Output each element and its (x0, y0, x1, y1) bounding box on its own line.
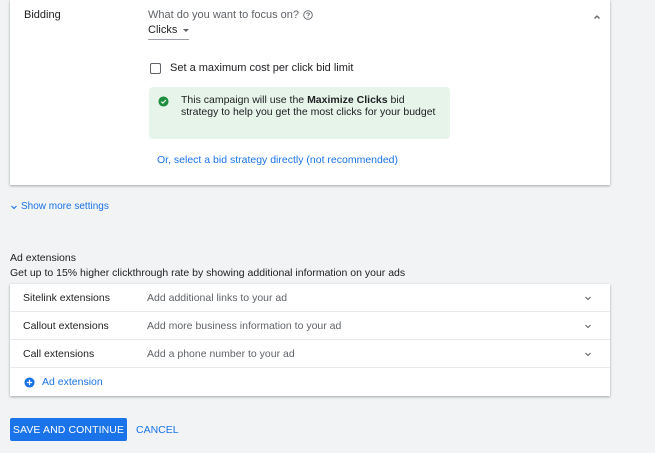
callout-extensions-row[interactable]: Callout extensions Add more business inf… (10, 312, 610, 340)
add-ad-extension-button[interactable]: Ad extension (24, 376, 103, 388)
select-bid-strategy-link[interactable]: Or, select a bid strategy directly (not … (157, 154, 398, 166)
ad-extensions-subheading: Get up to 15% higher clickthrough rate b… (10, 267, 406, 279)
help-icon[interactable] (303, 10, 313, 20)
extension-description: Add more business information to your ad (147, 320, 342, 332)
save-and-continue-button[interactable]: SAVE AND CONTINUE (10, 418, 127, 441)
focus-question: What do you want to focus on? (148, 9, 313, 21)
add-ad-extension-label: Ad extension (42, 376, 103, 388)
ad-extensions-heading: Ad extensions (10, 252, 76, 264)
cancel-button[interactable]: CANCEL (136, 418, 179, 441)
chevron-down-icon (11, 205, 17, 209)
sitelink-extensions-row[interactable]: Sitelink extensions Add additional links… (10, 284, 610, 312)
ad-extensions-card: Sitelink extensions Add additional links… (10, 284, 610, 396)
max-cpc-option[interactable]: Set a maximum cost per click bid limit (150, 62, 353, 74)
call-extensions-row[interactable]: Call extensions Add a phone number to yo… (10, 340, 610, 368)
chevron-down-icon[interactable] (583, 349, 593, 359)
max-cpc-checkbox[interactable] (150, 62, 161, 74)
show-more-settings-label: Show more settings (21, 201, 109, 212)
show-more-settings-link[interactable]: Show more settings (10, 201, 109, 212)
plus-circle-icon (24, 376, 35, 388)
extension-description: Add additional links to your ad (147, 292, 288, 304)
extension-name: Sitelink extensions (23, 292, 110, 304)
extension-name: Callout extensions (23, 320, 109, 332)
extension-description: Add a phone number to your ad (147, 348, 295, 360)
dropdown-caret-icon (183, 28, 190, 32)
chevron-down-icon[interactable] (583, 293, 593, 303)
bidding-card: Bidding What do you want to focus on? Cl… (10, 0, 610, 185)
extension-name: Call extensions (23, 348, 95, 360)
focus-dropdown-value: Clicks (148, 24, 178, 36)
bid-strategy-info: This campaign will use the Maximize Clic… (149, 87, 450, 139)
bid-strategy-name: Maximize Clicks (307, 94, 388, 106)
focus-question-text: What do you want to focus on? (148, 9, 300, 21)
bidding-section-label: Bidding (24, 9, 61, 21)
chevron-up-icon[interactable] (591, 11, 603, 23)
focus-dropdown[interactable]: Clicks (148, 24, 190, 40)
max-cpc-label: Set a maximum cost per click bid limit (170, 62, 354, 74)
chevron-down-icon[interactable] (583, 321, 593, 331)
check-circle-icon (158, 96, 169, 107)
bid-strategy-info-text: This campaign will use the Maximize Clic… (181, 94, 436, 118)
